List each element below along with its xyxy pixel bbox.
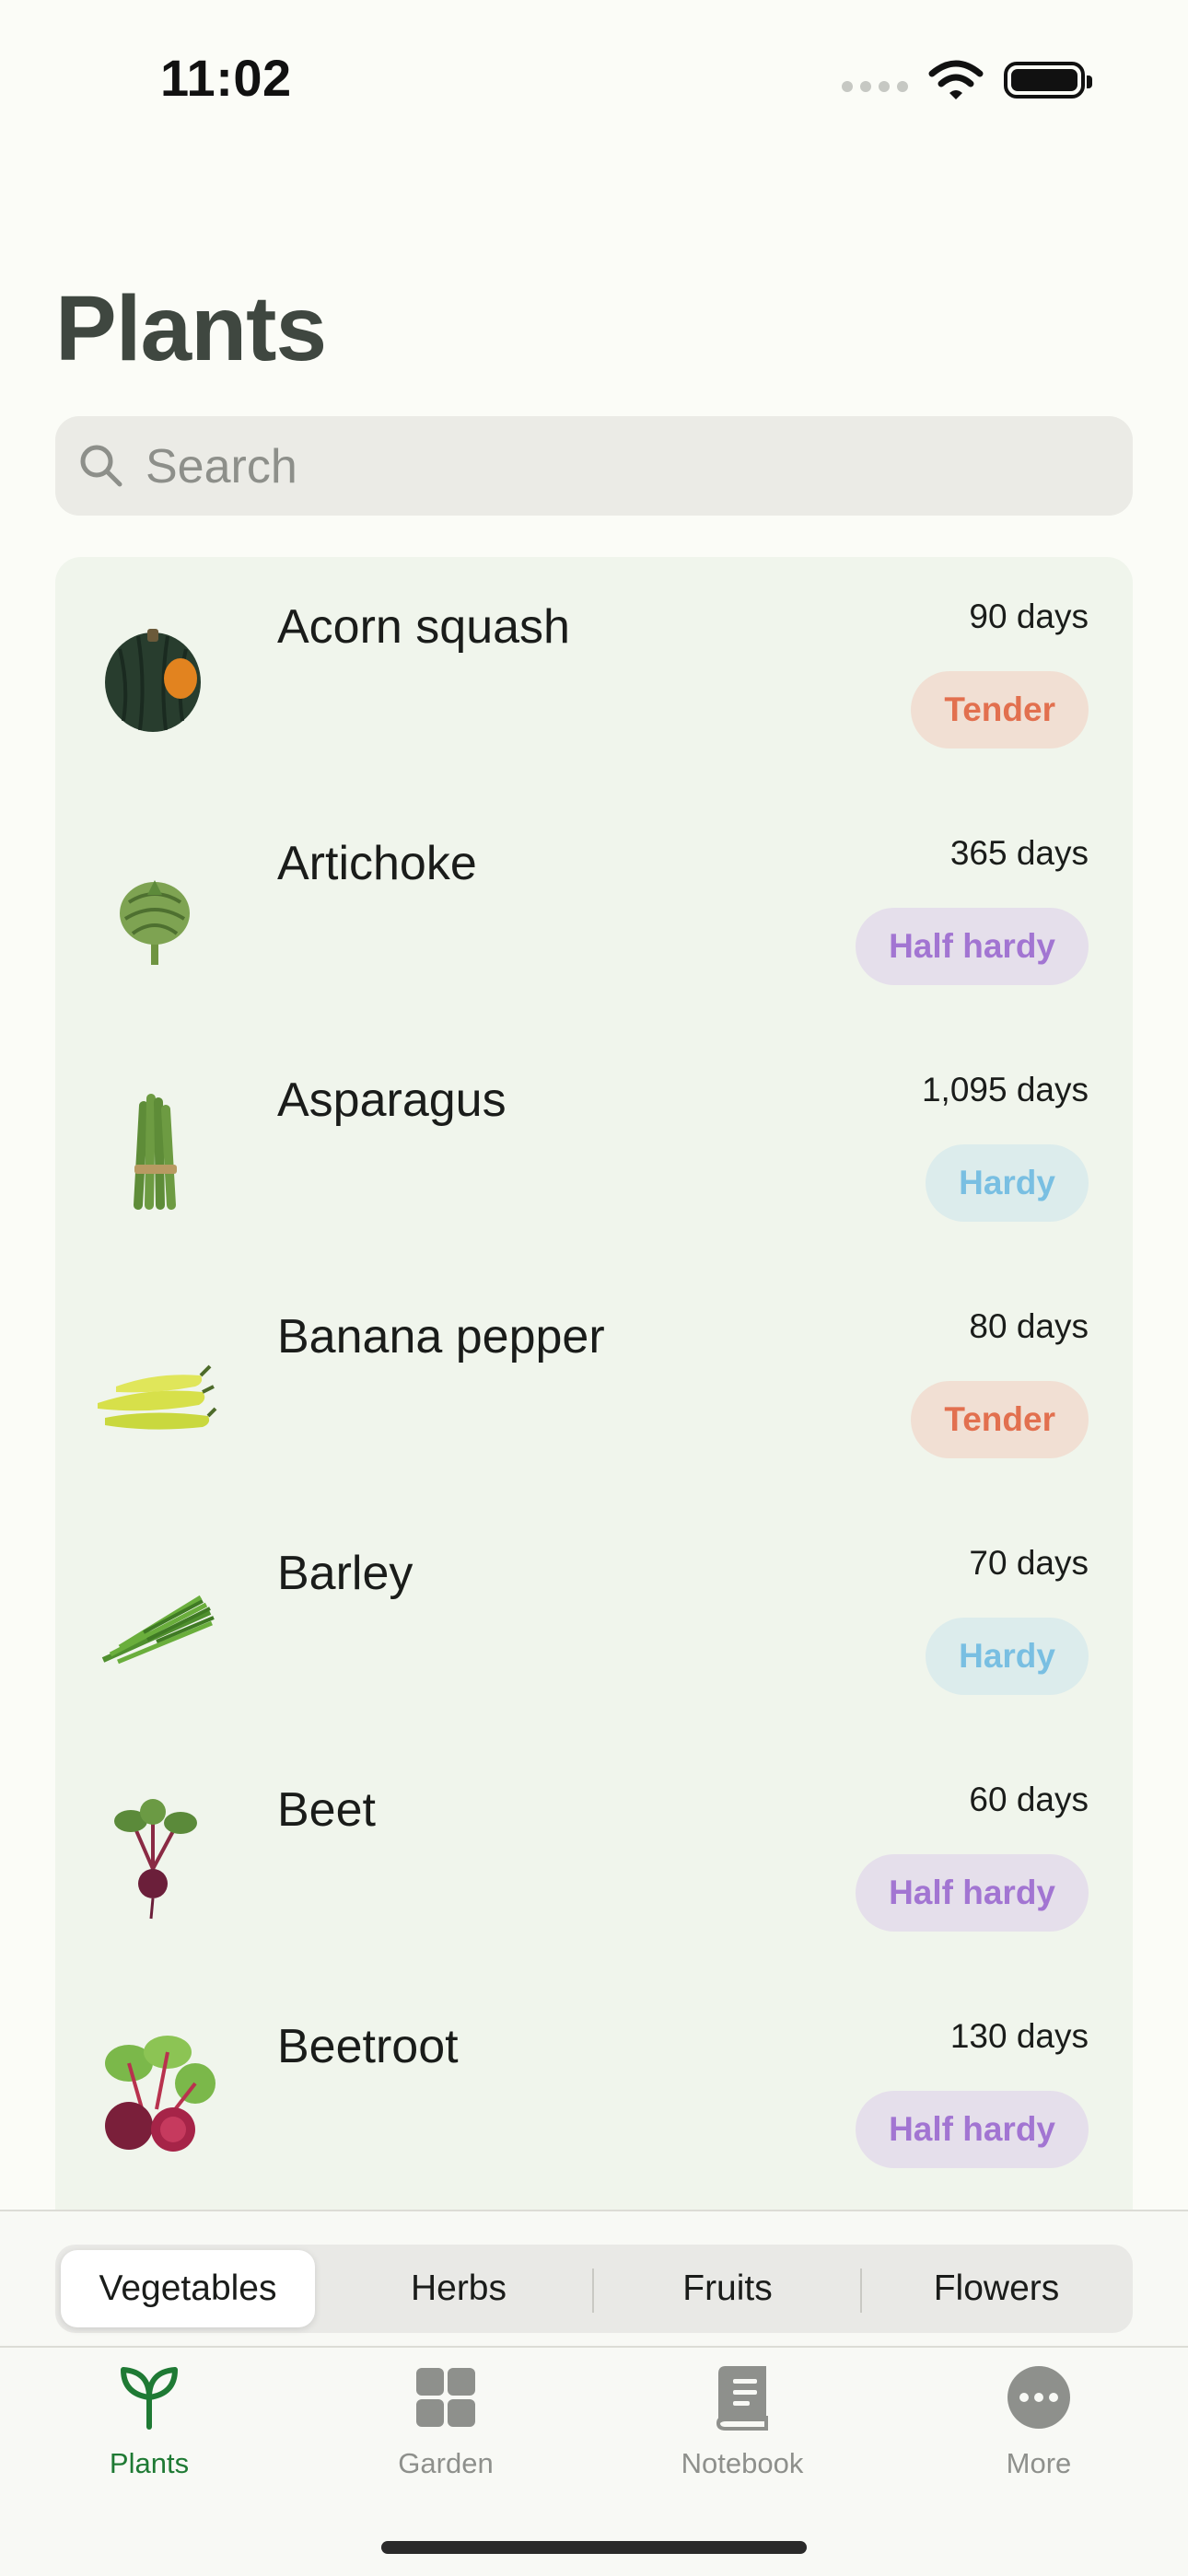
asparagus-image [134,1094,177,1210]
home-indicator[interactable] [381,2541,807,2554]
beetroot-image [105,2036,215,2152]
battery-icon [1004,62,1092,99]
tab-plants[interactable]: Plants [39,2364,260,2502]
grid-icon [416,2368,475,2427]
plant-row[interactable]: Artichoke 365 days Half hardy [55,794,1133,1030]
tab-label: More [1006,2447,1072,2479]
segment-flowers[interactable]: Flowers [869,2250,1124,2327]
hardiness-badge: Tender [911,1381,1089,1458]
plant-name: Artichoke [277,837,477,890]
more-icon [1007,2366,1070,2429]
plant-days: 60 days [969,1781,1089,1818]
acorn-squash-image [105,629,201,732]
tab-more[interactable]: More [928,2364,1149,2502]
page-title: Plants [55,277,327,380]
tab-garden[interactable]: Garden [335,2364,556,2502]
book-icon [716,2366,768,2431]
plant-row[interactable]: Asparagus 1,095 days Hardy [55,1030,1133,1267]
plant-row[interactable]: Beetroot 130 days Half hardy [55,1977,1133,2213]
tab-label: Garden [398,2447,494,2479]
status-bar: 11:02 [0,0,1188,157]
plant-name: Beetroot [277,2020,459,2073]
plant-name: Banana pepper [277,1310,605,1363]
search-icon [80,445,122,487]
plant-name: Asparagus [277,1073,507,1127]
plant-name: Barley [277,1547,413,1600]
segment-herbs[interactable]: Herbs [332,2250,586,2327]
plant-days: 1,095 days [921,1071,1089,1108]
tab-bar-divider [0,2346,1188,2348]
cellular-signal-icon [842,81,908,92]
plant-name: Beet [277,1783,376,1837]
status-indicators [842,59,1092,101]
sprout-icon [121,2367,178,2430]
plant-days: 130 days [949,2017,1089,2055]
bottom-panel: Vegetables Herbs Fruits Flowers Plants G… [0,2210,1188,2576]
segment-fruits[interactable]: Fruits [600,2250,855,2327]
plant-row[interactable]: Acorn squash 90 days Tender [55,557,1133,794]
hardiness-badge: Hardy [926,1144,1089,1222]
hardiness-badge: Tender [911,671,1089,748]
plant-row[interactable]: Beet 60 days Half hardy [55,1740,1133,1977]
hardiness-badge: Hardy [926,1618,1089,1695]
beet-image [114,1799,197,1920]
plant-name: Acorn squash [277,600,570,654]
tab-label: Plants [109,2447,190,2479]
status-time: 11:02 [160,49,292,107]
artichoke-image [120,880,190,965]
segment-vegetables[interactable]: Vegetables [61,2250,315,2327]
hardiness-badge: Half hardy [856,2091,1089,2168]
segment-divider [592,2269,594,2313]
plant-days: 80 days [969,1307,1089,1345]
category-segmented-control: Vegetables Herbs Fruits Flowers [55,2245,1133,2333]
tab-label: Notebook [681,2447,804,2479]
plant-days: 70 days [969,1544,1089,1582]
plant-row[interactable]: Banana pepper 80 days Tender [55,1267,1133,1503]
segment-divider [860,2269,862,2313]
plant-days: 365 days [949,834,1089,872]
tab-notebook[interactable]: Notebook [632,2364,853,2502]
plant-list: Acorn squash 90 days Tender Artichoke 36… [55,557,1133,2214]
barley-image [101,1595,215,1665]
search-input[interactable] [144,416,1105,517]
plant-row[interactable]: Barley 70 days Hardy [55,1503,1133,1740]
wifi-icon [928,60,984,99]
search-bar[interactable] [55,416,1133,517]
plant-days: 90 days [969,598,1089,635]
banana-pepper-image [98,1364,217,1430]
hardiness-badge: Half hardy [856,908,1089,985]
hardiness-badge: Half hardy [856,1854,1089,1932]
